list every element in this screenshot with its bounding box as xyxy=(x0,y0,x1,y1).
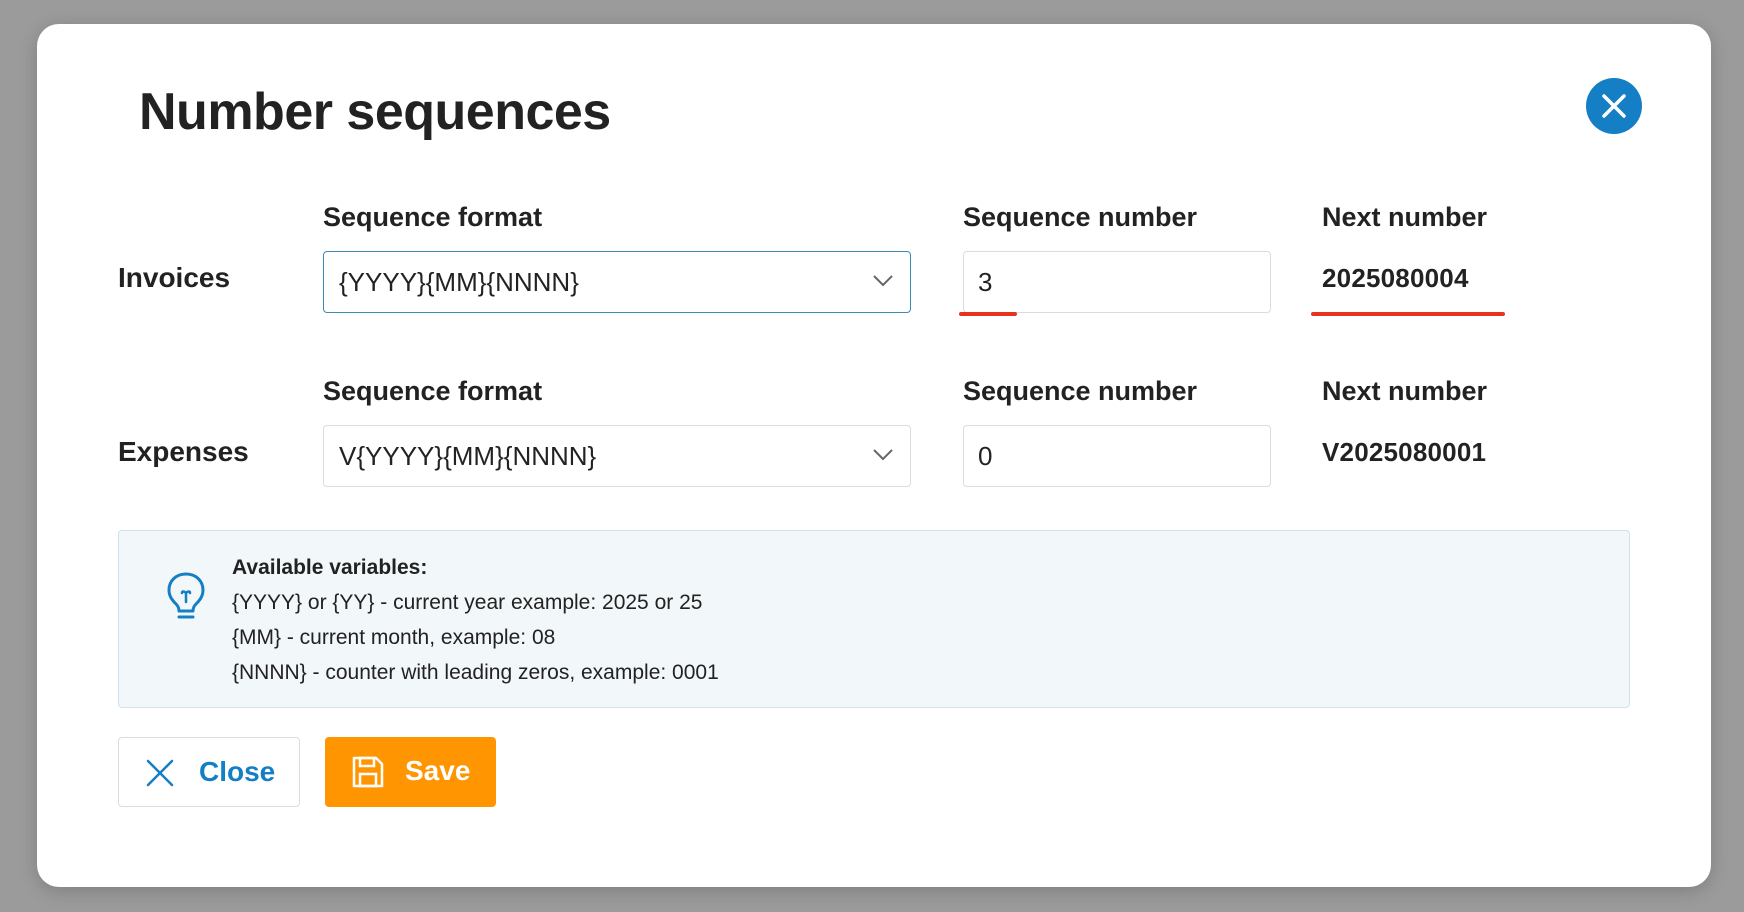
info-line-year: {YYYY} or {YY} - current year example: 2… xyxy=(232,591,703,614)
save-icon xyxy=(352,756,384,788)
close-dialog-button[interactable] xyxy=(1586,78,1642,134)
invoices-sequence-number-label: Sequence number xyxy=(963,202,1198,232)
chevron-down-icon xyxy=(873,449,893,461)
save-button[interactable]: Save xyxy=(325,737,496,807)
invoices-sequence-format-select[interactable]: {YYYY}{MM}{NNNN} xyxy=(323,251,911,313)
invoices-next-number-label: Next number xyxy=(1322,202,1488,232)
expenses-sequence-number-value: 0 xyxy=(978,441,993,471)
expenses-sequence-number-label: Sequence number xyxy=(963,376,1198,406)
expenses-sequence-number-input[interactable]: 0 xyxy=(963,425,1271,487)
invoices-row-label: Invoices xyxy=(118,262,231,293)
info-heading: Available variables: xyxy=(232,556,428,579)
invoices-next-number-value: 2025080004 xyxy=(1322,263,1469,293)
available-variables-info: Available variables: {YYYY} or {YY} - cu… xyxy=(118,530,1630,708)
expenses-next-number-label: Next number xyxy=(1322,376,1488,406)
info-line-month: {MM} - current month, example: 08 xyxy=(232,626,556,649)
expenses-sequence-format-label: Sequence format xyxy=(323,376,543,406)
save-button-label: Save xyxy=(405,755,471,786)
annotation-underline xyxy=(1311,312,1505,316)
close-button[interactable]: Close xyxy=(118,737,300,807)
expenses-next-number-value: V2025080001 xyxy=(1322,437,1487,467)
expenses-sequence-format-select[interactable]: V{YYYY}{MM}{NNNN} xyxy=(323,425,911,487)
lightbulb-icon xyxy=(167,572,205,619)
dialog-title: Number sequences xyxy=(139,83,611,141)
close-icon xyxy=(1602,94,1626,118)
invoices-sequence-format-label: Sequence format xyxy=(323,202,543,232)
expenses-row-label: Expenses xyxy=(118,436,249,467)
expenses-sequence-format-value: V{YYYY}{MM}{NNNN} xyxy=(339,441,597,471)
invoices-sequence-format-value: {YYYY}{MM}{NNNN} xyxy=(339,267,579,297)
annotation-underline xyxy=(959,312,1017,316)
info-line-counter: {NNNN} - counter with leading zeros, exa… xyxy=(232,661,719,684)
number-sequences-dialog: Number sequences Sequence format Sequenc… xyxy=(37,24,1711,887)
close-button-label: Close xyxy=(199,756,276,787)
close-icon xyxy=(146,759,174,787)
invoices-sequence-number-input[interactable]: 3 xyxy=(963,251,1271,313)
invoices-sequence-number-value: 3 xyxy=(978,267,993,297)
chevron-down-icon xyxy=(873,275,893,287)
